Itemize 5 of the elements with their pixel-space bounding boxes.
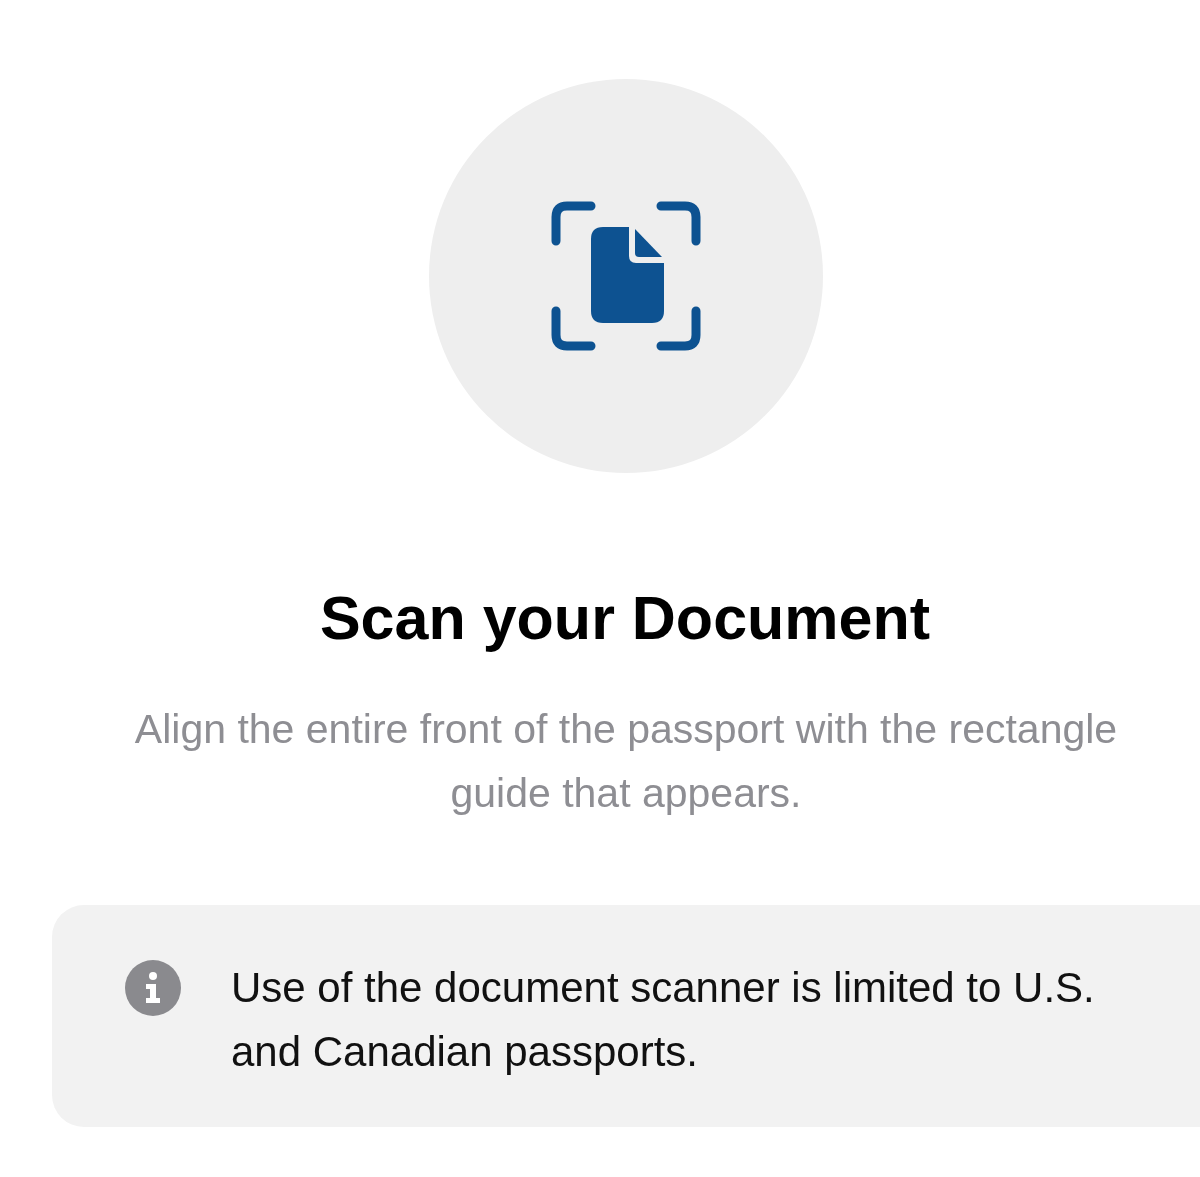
notice-text: Use of the document scanner is limited to U.S. and Canadian passports. (231, 963, 1096, 1077)
info-icon (125, 960, 181, 1016)
document-scan-icon (550, 201, 701, 351)
page-title: Scan your Document (319, 583, 931, 653)
instructions-text: Align the entire front of the passport with the rectangle guide that appears. (133, 705, 1119, 818)
